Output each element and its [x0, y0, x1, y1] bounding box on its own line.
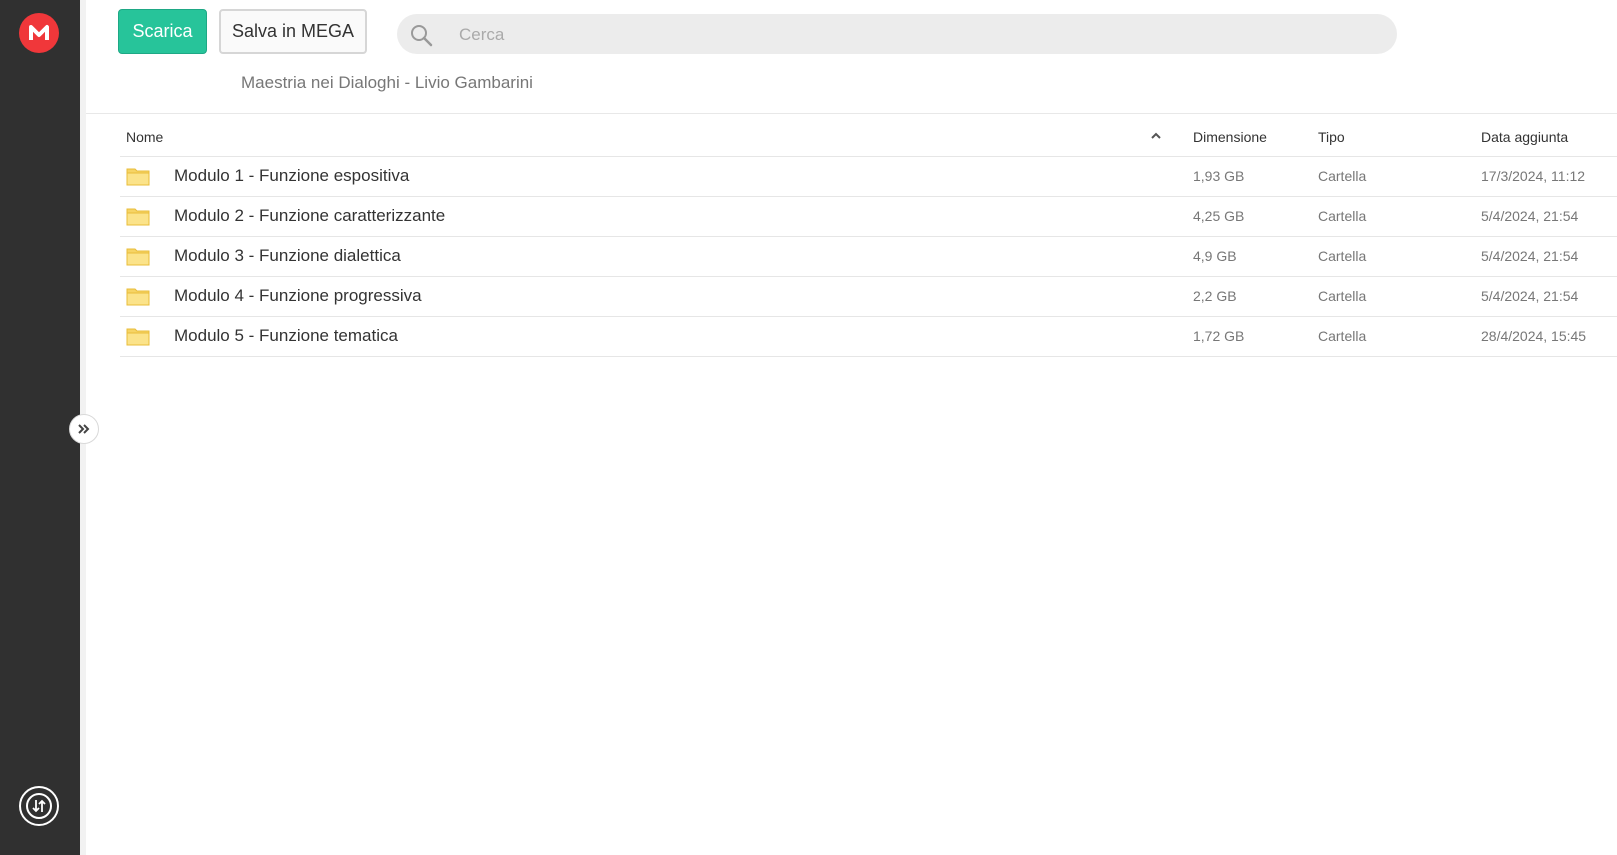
folder-icon [126, 248, 150, 266]
folder-name[interactable]: Modulo 1 - Funzione espositiva [174, 166, 409, 186]
folder-type: Cartella [1318, 288, 1367, 304]
table-row[interactable]: Modulo 5 - Funzione tematica 1,72 GB Car… [120, 317, 1617, 357]
folder-date: 28/4/2024, 15:45 [1481, 328, 1587, 344]
folder-name[interactable]: Modulo 4 - Funzione progressiva [174, 286, 422, 306]
search-bar[interactable] [397, 14, 1397, 56]
mega-logo-icon[interactable] [19, 13, 59, 53]
table-header: Nome Dimensione Tipo Data aggiunta [120, 118, 1617, 157]
folder-size: 4,9 GB [1193, 248, 1237, 264]
table-row[interactable]: Modulo 2 - Funzione caratterizzante 4,25… [120, 197, 1617, 237]
table-row[interactable]: Modulo 1 - Funzione espositiva 1,93 GB C… [120, 157, 1617, 197]
table-row[interactable]: Modulo 4 - Funzione progressiva 2,2 GB C… [120, 277, 1617, 317]
transfer-icon[interactable] [19, 786, 59, 826]
folder-size: 4,25 GB [1193, 208, 1245, 224]
search-icon [411, 25, 433, 47]
folder-name[interactable]: Modulo 5 - Funzione tematica [174, 326, 398, 346]
expand-sidebar-icon[interactable] [69, 414, 99, 444]
folder-type: Cartella [1318, 248, 1367, 264]
folder-date: 5/4/2024, 21:54 [1481, 208, 1579, 224]
folder-name[interactable]: Modulo 2 - Funzione caratterizzante [174, 206, 445, 226]
folder-icon [126, 168, 150, 186]
left-sidebar [0, 0, 80, 855]
folder-name[interactable]: Modulo 3 - Funzione dialettica [174, 246, 401, 266]
column-type-header[interactable]: Tipo [1318, 129, 1345, 145]
column-name-header[interactable]: Nome [126, 129, 163, 145]
column-size-header[interactable]: Dimensione [1193, 129, 1267, 145]
folder-date: 5/4/2024, 21:54 [1481, 248, 1579, 264]
folder-date: 17/3/2024, 11:12 [1481, 168, 1586, 184]
download-button[interactable]: Scarica [118, 9, 207, 54]
header-divider [86, 113, 1617, 114]
table-row[interactable]: Modulo 3 - Funzione dialettica 4,9 GB Ca… [120, 237, 1617, 277]
sort-ascending-icon[interactable] [1150, 130, 1162, 142]
folder-type: Cartella [1318, 168, 1367, 184]
column-date-header[interactable]: Data aggiunta [1481, 129, 1568, 145]
folder-icon [126, 328, 150, 346]
search-input[interactable] [457, 14, 1361, 56]
folder-type: Cartella [1318, 328, 1367, 344]
breadcrumb: Maestria nei Dialoghi - Livio Gambarini [241, 73, 533, 92]
folder-size: 2,2 GB [1193, 288, 1237, 304]
folder-date: 5/4/2024, 21:54 [1481, 288, 1579, 304]
save-to-mega-button[interactable]: Salva in MEGA [219, 9, 367, 54]
folder-size: 1,93 GB [1193, 168, 1245, 184]
folder-icon [126, 288, 150, 306]
folder-size: 1,72 GB [1193, 328, 1245, 344]
folder-icon [126, 208, 150, 226]
folder-type: Cartella [1318, 208, 1367, 224]
